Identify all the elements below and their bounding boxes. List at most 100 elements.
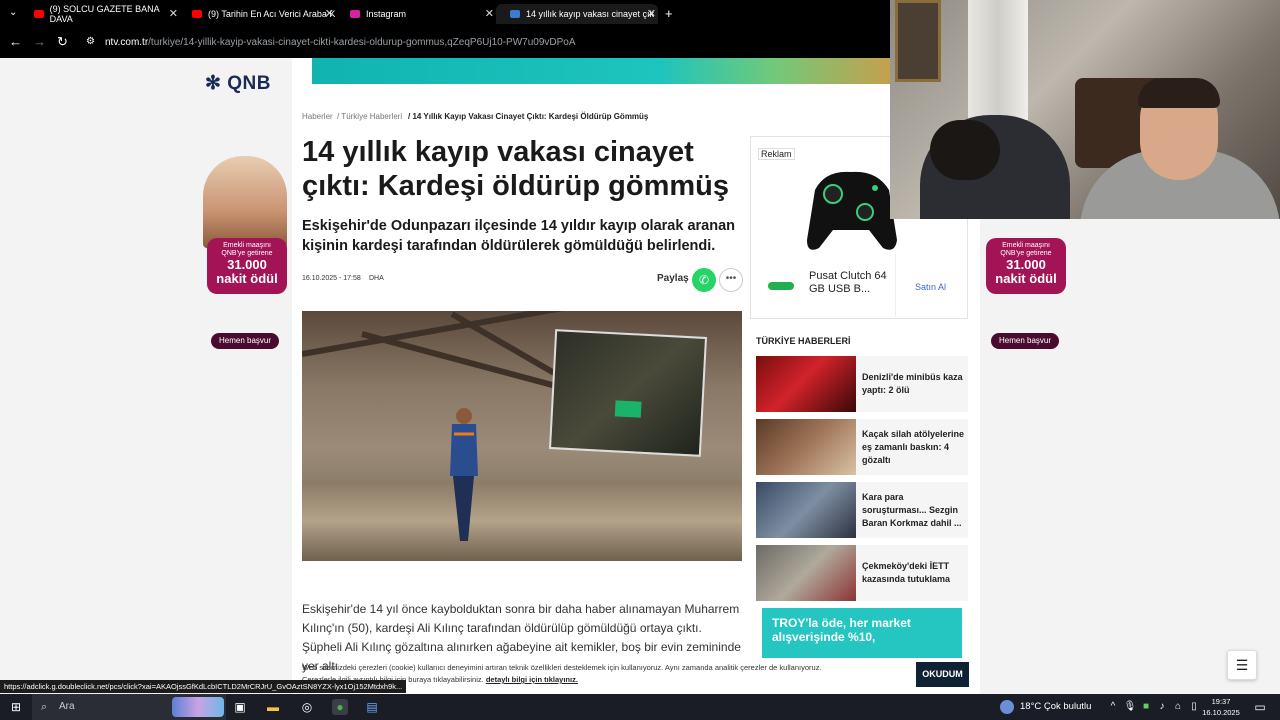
news-item[interactable]: Kaçak silah atölyelerine eş zamanlı bask…	[756, 419, 968, 475]
volume-icon[interactable]: ♪	[1154, 699, 1170, 715]
news-thumbnail	[756, 482, 856, 538]
close-icon[interactable]: ✕	[169, 7, 178, 20]
portrait-frame	[895, 0, 941, 82]
forward-icon[interactable]: →	[33, 34, 46, 49]
network-icon[interactable]: ⌂	[1170, 699, 1186, 715]
ad-promo-badge: Emekli maaşını QNB'ye getirene 31.000 na…	[207, 238, 287, 294]
satin-al-button[interactable]: Satın Al	[915, 282, 946, 292]
tab-label: 14 yıllık kayıp vakası cinayet çık	[526, 9, 655, 19]
news-title: Çekmeköy'deki İETT kazasında tutuklama	[862, 561, 951, 584]
instagram-icon	[350, 10, 360, 18]
close-icon[interactable]: ✕	[647, 7, 656, 20]
close-icon[interactable]: ✕	[325, 7, 334, 20]
file-explorer-icon[interactable]: ▬	[265, 699, 281, 715]
inset-photo	[548, 329, 708, 457]
tray-chevron-icon[interactable]: ^	[1105, 699, 1121, 715]
tab-ntv-article[interactable]: 14 yıllık kayıp vakası cinayet çık ✕	[496, 4, 658, 24]
battery-icon[interactable]: ▯	[1186, 699, 1202, 715]
hamburger-menu-icon[interactable]: ☰	[1227, 650, 1257, 680]
promo-amount: 31.000	[1006, 257, 1046, 272]
app-icon[interactable]: ▤	[364, 699, 380, 715]
brand-name: QNB	[227, 73, 271, 94]
person-right-hair	[1138, 78, 1220, 108]
tab-instagram[interactable]: Instagram ✕	[336, 4, 496, 24]
news-title: Kara para soruşturması... Sezgin Baran K…	[862, 491, 962, 528]
left-ad[interactable]: ✻ QNB Emekli maaşını QNB'ye getirene 31.…	[197, 58, 293, 358]
news-item[interactable]: Kara para soruşturması... Sezgin Baran K…	[756, 482, 968, 538]
promo-line1: Emekli maaşını	[1002, 242, 1050, 249]
breadcrumb-category[interactable]: / Türkiye Haberleri	[337, 112, 402, 121]
new-tab-icon[interactable]: +	[665, 6, 673, 21]
promo-amount: 31.000	[227, 257, 267, 272]
section-title[interactable]: TÜRKİYE HABERLERİ	[756, 336, 851, 346]
search-highlight-image	[172, 697, 224, 717]
ad-people-image	[203, 156, 287, 248]
article-source: DHA	[369, 275, 384, 282]
promo-word: nakit ödül	[216, 271, 278, 286]
more-options-icon[interactable]: •••	[719, 268, 743, 292]
tab-label: (9) SOLCU GAZETE BANA DAVA	[49, 4, 160, 24]
site-info-icon[interactable]: ⚙	[86, 36, 95, 47]
close-icon[interactable]: ✕	[485, 7, 494, 20]
news-title: Denizli'de minibüs kaza yaptı: 2 ölü	[862, 372, 963, 395]
weather-widget[interactable]: 18°C Çok bulutlu	[1020, 701, 1091, 712]
okudum-button[interactable]: OKUDUM	[916, 662, 969, 687]
whatsapp-icon[interactable]: ✆	[692, 268, 716, 292]
ad-promo-badge: Emekli maaşını QNB'ye getirene 31.000 na…	[986, 238, 1066, 294]
tab-list-icon[interactable]: ⌄	[9, 7, 17, 18]
news-thumbnail	[756, 545, 856, 601]
youtube-icon	[192, 10, 202, 18]
search-placeholder: Ara	[59, 701, 75, 712]
hemen-basvur-button[interactable]: Hemen başvur	[211, 333, 279, 349]
tab-label: (9) Tarihin En Acı Verici Araba K	[208, 9, 336, 19]
cookie-link[interactable]: detaylı bilgi için tıklayınız.	[486, 675, 578, 684]
tab-label: Instagram	[366, 9, 407, 19]
share-label[interactable]: Paylaş	[657, 273, 689, 284]
news-thumbnail	[756, 419, 856, 475]
gamepad-image	[805, 150, 897, 258]
taskbar-clock[interactable]: 19:37 16.10.2025	[1201, 696, 1241, 718]
ntv-icon	[510, 10, 520, 18]
tab-tarihin[interactable]: (9) Tarihin En Acı Verici Araba K ✕	[178, 4, 336, 24]
app-tray-icon[interactable]: ■	[1138, 699, 1154, 715]
article-title: 14 yıllık kayıp vakası cinayet çıktı: Ka…	[302, 136, 729, 202]
promo-word: nakit ödül	[995, 271, 1057, 286]
news-item[interactable]: Çekmeköy'deki İETT kazasında tutuklama	[756, 545, 968, 601]
url-domain: ntv.com.tr	[105, 37, 149, 48]
notifications-icon[interactable]: ▭	[1252, 699, 1268, 715]
status-url: https://adclick.g.doubleclick.net/pcs/cl…	[0, 680, 407, 693]
person-left-head	[930, 120, 1000, 180]
hemen-basvur-button[interactable]: Hemen başvur	[991, 333, 1059, 349]
microphone-icon[interactable]: 🎙	[1122, 699, 1138, 715]
chrome-icon[interactable]: ●	[332, 699, 348, 715]
ad-product-title[interactable]: Pusat Clutch 64 GB USB B...	[809, 270, 893, 296]
article-photo[interactable]	[302, 311, 742, 561]
breadcrumb-current: / 14 Yıllık Kayıp Vakası Cinayet Çıktı: …	[408, 112, 649, 121]
breadcrumb-home[interactable]: Haberler	[302, 112, 333, 121]
ad-label: Reklam	[758, 148, 795, 160]
top-banner-ad[interactable]	[312, 58, 890, 84]
brand-logo-icon	[768, 282, 794, 290]
clock-time: 19:37	[1211, 697, 1231, 706]
curtain	[968, 0, 1028, 120]
search-icon: ⌕	[41, 701, 48, 713]
youtube-icon	[34, 10, 44, 18]
weather-icon	[1000, 700, 1014, 714]
back-icon[interactable]: ←	[9, 34, 22, 49]
promo-line1: Emekli maaşını	[223, 242, 271, 249]
article-subtitle: Eskişehir'de Odunpazarı ilçesinde 14 yıl…	[302, 218, 735, 254]
clock-date: 16.10.2025	[1202, 708, 1240, 717]
news-title: Kaçak silah atölyelerine eş zamanlı bask…	[862, 428, 965, 465]
reload-icon[interactable]: ↻	[57, 34, 68, 50]
tab-solcu-gazete[interactable]: (9) SOLCU GAZETE BANA DAVA ✕	[20, 4, 180, 24]
screen-glow	[614, 400, 642, 418]
url-path: /turkiye/14-yillik-kayip-vakasi-cinayet-…	[148, 37, 576, 48]
task-view-icon[interactable]: ▣	[232, 699, 248, 715]
qnb-logo: ✻ QNB	[205, 73, 271, 94]
url-field[interactable]: ntv.com.tr/turkiye/14-yillik-kayip-vakas…	[105, 37, 576, 48]
news-item[interactable]: Denizli'de minibüs kaza yaptı: 2 ölü	[756, 356, 968, 412]
app-icon[interactable]: ◎	[299, 699, 315, 715]
windows-start-icon[interactable]: ⊞	[8, 699, 24, 715]
troy-ad[interactable]: TROY'la öde, her market alışverişinde %1…	[762, 608, 962, 658]
news-thumbnail	[756, 356, 856, 412]
